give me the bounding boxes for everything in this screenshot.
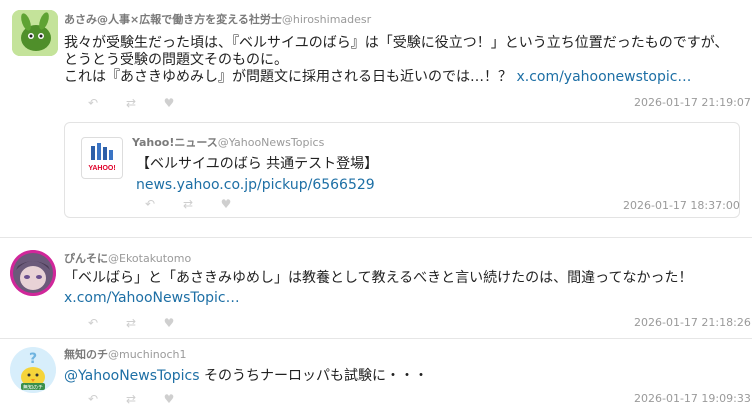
retweet-icon[interactable]: ⇄ (124, 392, 138, 406)
action-bar: ↶ ⇄ ♥ (86, 316, 176, 330)
avatar[interactable] (10, 250, 56, 296)
quoted-timestamp[interactable]: 2026-01-17 18:37:00 (623, 199, 740, 212)
like-icon[interactable]: ♥ (162, 392, 176, 406)
post-text: そのうちナーロッパも試験に・・・ (199, 368, 428, 384)
like-icon[interactable]: ♥ (219, 197, 233, 211)
like-icon[interactable]: ♥ (162, 96, 176, 110)
quoted-link[interactable]: news.yahoo.co.jp/pickup/6566529 (136, 177, 375, 194)
post-link[interactable]: x.com/YahooNewsTopic… (64, 290, 240, 307)
handle[interactable]: @Ekotakutomo (108, 252, 191, 265)
timestamp[interactable]: 2026-01-17 21:19:07 (634, 96, 751, 109)
quoted-action-bar: ↶ ⇄ ♥ (143, 197, 233, 211)
timestamp[interactable]: 2026-01-17 21:18:26 (634, 316, 751, 329)
post-3: ? 無知のチ 無知のチ@muchinoch1 @YahooNewsTopics … (0, 339, 752, 409)
logo-text: YAHOO! (88, 165, 115, 172)
post-2: ぴんそに@Ekotakutomo 「ベルばら」と「あさきみゆめし」は教養として教… (0, 238, 752, 338)
avatar[interactable] (12, 10, 58, 56)
yahoo-news-logo: YAHOO! (81, 137, 123, 179)
avatar[interactable]: ? 無知のチ (10, 347, 56, 393)
quoted-display-name[interactable]: Yahoo!ニュース (132, 136, 218, 149)
author-line: ぴんそに@Ekotakutomo (64, 250, 191, 266)
post-text: これは『あさきゆめみし』が問題文に採用される日も近いのでは…！？ (64, 69, 512, 85)
post-text-line: @YahooNewsTopics そのうちナーロッパも試験に・・・ (64, 368, 428, 385)
handle[interactable]: @muchinoch1 (108, 348, 186, 361)
post-1: あさみ@人事×広報で働き方を変える社労士@hiroshimadesr 我々が受験… (0, 0, 752, 236)
timestamp[interactable]: 2026-01-17 19:09:33 (634, 392, 751, 405)
mention-link[interactable]: @YahooNewsTopics (64, 368, 200, 384)
handle[interactable]: @hiroshimadesr (282, 13, 371, 26)
action-bar: ↶ ⇄ ♥ (86, 96, 176, 110)
quoted-handle[interactable]: @YahooNewsTopics (218, 136, 325, 149)
leaf-mascot-avatar (12, 10, 58, 56)
quoted-title: 【ベルサイユのばら 共通テスト登場】 (136, 156, 379, 172)
yahoo-logo-icon: YAHOO! (88, 143, 116, 172)
post-text-line: 我々が受験生だった頃は、『ベルサイユのばら』は「受験に役立つ！」という立ち位置だ… (64, 35, 729, 51)
post-text-line: 「ベルばら」と「あさきみゆめし」は教養として教えるべきと言い続けたのは、間違って… (64, 270, 693, 286)
retweet-icon[interactable]: ⇄ (124, 96, 138, 110)
like-icon[interactable]: ♥ (162, 316, 176, 330)
retweet-icon[interactable]: ⇄ (124, 316, 138, 330)
author-line: 無知のチ@muchinoch1 (64, 346, 186, 362)
display-name[interactable]: あさみ@人事×広報で働き方を変える社労士 (64, 13, 282, 26)
post-text-line: これは『あさきゆめみし』が問題文に採用される日も近いのでは…！？ x.com/y… (64, 69, 691, 86)
avatar-text: 無知のチ (23, 384, 43, 391)
display-name[interactable]: ぴんそに (64, 252, 108, 265)
reply-icon[interactable]: ↶ (86, 96, 100, 110)
post-link[interactable]: x.com/yahoonewstopic… (516, 69, 691, 85)
reply-icon[interactable]: ↶ (143, 197, 157, 211)
display-name[interactable]: 無知のチ (64, 348, 108, 361)
svg-text:?: ? (29, 351, 37, 367)
author-line: あさみ@人事×広報で働き方を変える社労士@hiroshimadesr (64, 11, 371, 27)
quoted-post[interactable]: YAHOO! Yahoo!ニュース@YahooNewsTopics 【ベルサイユ… (64, 122, 740, 218)
action-bar: ↶ ⇄ ♥ (86, 392, 176, 406)
quoted-author-line: Yahoo!ニュース@YahooNewsTopics (132, 134, 324, 150)
chick-avatar: ? 無知のチ (10, 347, 56, 393)
retweet-icon[interactable]: ⇄ (181, 197, 195, 211)
reply-icon[interactable]: ↶ (86, 316, 100, 330)
reply-icon[interactable]: ↶ (86, 392, 100, 406)
post-text-line: とうとう受験の問題文そのものに。 (64, 52, 288, 68)
anime-character-avatar (10, 250, 56, 296)
